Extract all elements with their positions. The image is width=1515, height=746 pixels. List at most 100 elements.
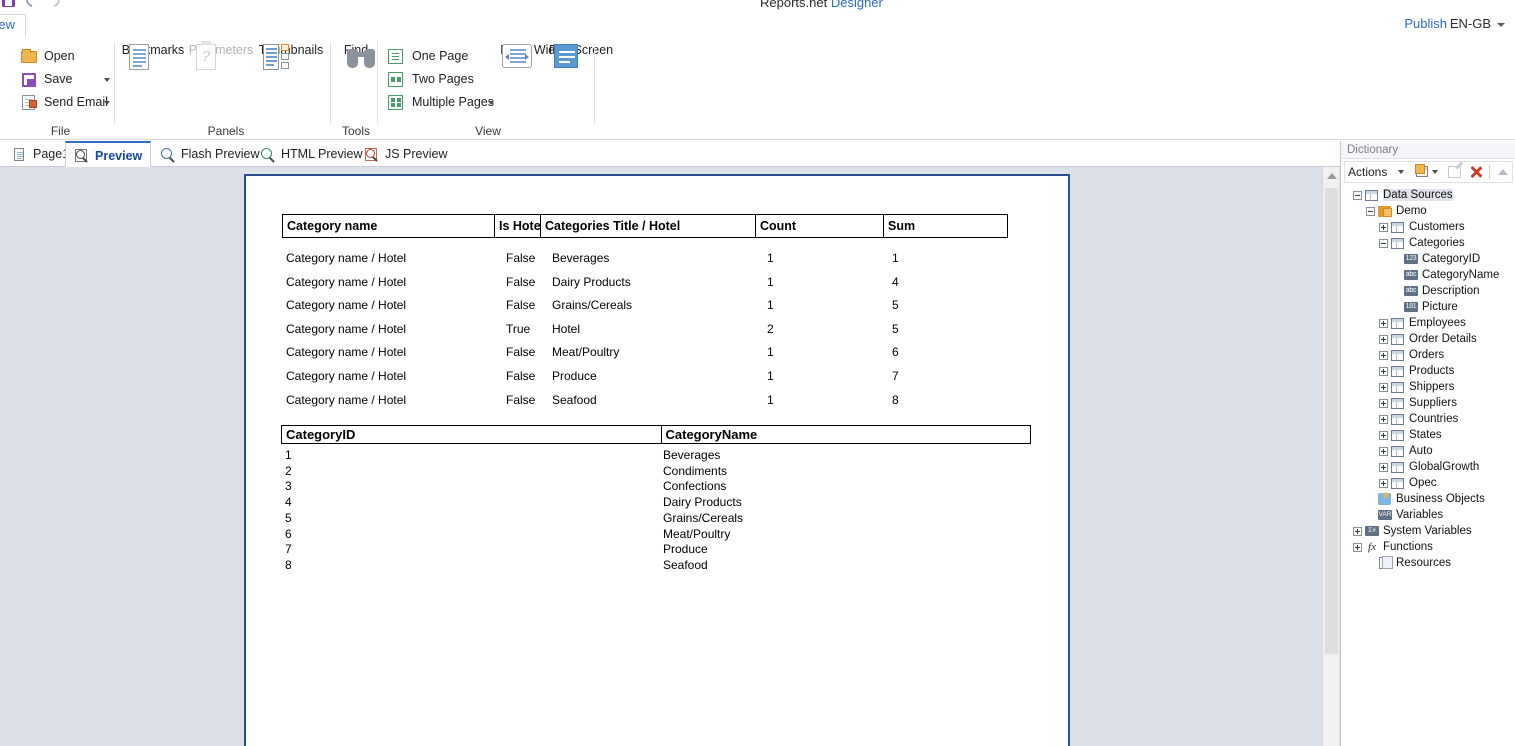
tab-html-preview[interactable]: HTML Preview — [252, 141, 371, 167]
dictionary-tree[interactable]: Data Sources Demo Customers Categories 123 Ca… — [1341, 187, 1515, 742]
tree-item-categoryname[interactable]: abc CategoryName — [1392, 267, 1515, 283]
tree-item-system-variables[interactable]: Σ# System Variables — [1353, 523, 1515, 539]
tree-item-functions[interactable]: fx Functions — [1353, 539, 1515, 555]
expand-toggle-icon[interactable] — [1379, 478, 1388, 488]
tree-item-shippers[interactable]: Shippers — [1379, 379, 1515, 395]
send-email-dropdown-caret-icon[interactable] — [104, 101, 110, 105]
bookmarks-button[interactable]: Bookmarks — [120, 41, 186, 70]
html-preview-icon — [260, 147, 275, 162]
table-cell: 1 — [767, 392, 774, 407]
image-field-icon: 181 — [1404, 302, 1418, 312]
table-cell: False — [506, 369, 536, 383]
expand-toggle-icon[interactable] — [1379, 382, 1388, 392]
quick-save-icon[interactable] — [2, 0, 15, 7]
thumbnails-button[interactable]: Thumbnails — [258, 41, 324, 70]
ribbon-tab-view[interactable]: view — [0, 14, 27, 36]
add-caret-icon[interactable] — [1432, 170, 1439, 174]
tree-item-states[interactable]: States — [1379, 427, 1515, 443]
open-button[interactable]: Open — [20, 45, 75, 67]
multiple-pages-button[interactable]: Multiple Pages — [388, 91, 494, 113]
tree-item-globalgrowth[interactable]: GlobalGrowth — [1379, 459, 1515, 475]
tree-item-description[interactable]: abc Description — [1392, 283, 1515, 299]
expand-toggle-icon[interactable] — [1353, 542, 1362, 552]
tree-item-label: CategoryID — [1422, 253, 1481, 265]
two-pages-button[interactable]: Two Pages — [388, 68, 474, 90]
expand-toggle-icon[interactable] — [1379, 222, 1388, 232]
tree-item-products[interactable]: Products — [1379, 363, 1515, 379]
tree-item-opec[interactable]: Opec — [1379, 475, 1515, 491]
collapse-toggle-icon[interactable] — [1379, 238, 1388, 248]
find-button[interactable]: Find — [323, 41, 389, 68]
table-icon — [1391, 317, 1405, 329]
expand-toggle-icon[interactable] — [1379, 350, 1388, 360]
ribbon-group-panels-label: Panels — [207, 124, 245, 138]
table-icon — [1391, 349, 1405, 361]
folder-open-icon — [20, 47, 39, 66]
table-row: Category name / Hotel False Produce 1 7 — [282, 369, 1008, 387]
table-cell: 7 — [285, 542, 292, 557]
save-button[interactable]: Save — [20, 68, 73, 90]
undo-icon[interactable] — [23, 0, 43, 10]
collapse-toggle-icon[interactable] — [1353, 190, 1362, 200]
table-cell: Hotel — [552, 321, 581, 336]
scrollbar-thumb[interactable] — [1325, 188, 1338, 654]
collapse-toggle-icon[interactable] — [1366, 206, 1375, 216]
tree-item-order-details[interactable]: Order Details — [1379, 331, 1515, 347]
tree-item-variables[interactable]: VAR Variables — [1366, 507, 1515, 523]
tree-item-label: Orders — [1409, 349, 1445, 361]
parameters-button[interactable]: ? Parameters — [188, 41, 254, 70]
table-row: Category name / Hotel True Hotel 2 5 — [282, 322, 1008, 340]
tab-flash-preview[interactable]: Flash Preview — [152, 141, 268, 167]
expand-toggle-icon[interactable] — [1379, 414, 1388, 424]
tree-item-suppliers[interactable]: Suppliers — [1379, 395, 1515, 411]
tree-item-auto[interactable]: Auto — [1379, 443, 1515, 459]
tree-item-categoryid[interactable]: 123 CategoryID — [1392, 251, 1515, 267]
expand-toggle-icon[interactable] — [1379, 398, 1388, 408]
save-dropdown-caret-icon[interactable] — [104, 78, 110, 82]
workspace-vertical-scrollbar[interactable] — [1322, 167, 1339, 746]
table-cell: 6 — [285, 526, 292, 541]
one-page-button[interactable]: One Page — [388, 45, 468, 67]
tree-item-demo[interactable]: Demo — [1366, 203, 1515, 219]
table-cell: Category name / Hotel — [286, 274, 407, 289]
delete-icon[interactable] — [1468, 164, 1482, 180]
ribbon-group-view-label: View — [475, 124, 501, 138]
tree-item-resources[interactable]: Resources — [1366, 555, 1515, 571]
table-row: Category name / Hotel False Meat/Poultry 1 6 — [282, 345, 1008, 363]
expand-toggle-icon[interactable] — [1379, 430, 1388, 440]
expand-toggle-icon[interactable] — [1379, 462, 1388, 472]
tree-item-business-objects[interactable]: Business Objects — [1366, 491, 1515, 507]
tree-item-orders[interactable]: Orders — [1379, 347, 1515, 363]
expand-toggle-icon[interactable] — [1379, 446, 1388, 456]
tree-item-employees[interactable]: Employees — [1379, 315, 1515, 331]
scroll-up-arrow-icon[interactable] — [1327, 173, 1337, 179]
tree-item-data-sources[interactable]: Data Sources — [1353, 187, 1515, 203]
tab-js-preview[interactable]: JS Preview — [356, 141, 456, 167]
tree-item-picture[interactable]: 181 Picture — [1392, 299, 1515, 315]
actions-menu-button[interactable]: Actions — [1348, 165, 1387, 179]
publish-button[interactable]: Publish — [1404, 16, 1447, 31]
tree-item-countries[interactable]: Countries — [1379, 411, 1515, 427]
table-cell: Category name / Hotel — [286, 369, 407, 383]
table-icon — [1391, 413, 1405, 425]
expand-toggle-icon[interactable] — [1379, 334, 1388, 344]
quick-access-toolbar[interactable] — [0, 0, 70, 13]
send-email-button[interactable]: Send Email — [20, 91, 108, 113]
multiple-pages-dropdown-caret-icon[interactable] — [488, 101, 494, 105]
language-selector[interactable]: EN-GB — [1450, 16, 1505, 31]
functions-icon: fx — [1368, 541, 1376, 553]
tree-item-customers[interactable]: Customers — [1379, 219, 1515, 235]
actions-caret-icon[interactable] — [1398, 170, 1405, 174]
expand-toggle-icon[interactable] — [1379, 318, 1388, 328]
add-data-source-icon[interactable] — [1415, 164, 1429, 180]
table-cell: Dairy Products — [552, 274, 631, 289]
edit-icon[interactable] — [1447, 164, 1462, 180]
expand-toggle-icon[interactable] — [1379, 366, 1388, 376]
tab-preview[interactable]: Preview — [65, 141, 152, 168]
move-up-icon[interactable] — [1495, 164, 1509, 180]
tree-item-categories[interactable]: Categories — [1379, 235, 1515, 251]
tree-item-label: Resources — [1396, 557, 1451, 569]
full-screen-button[interactable]: Full Screen — [548, 41, 614, 68]
redo-icon[interactable] — [43, 0, 63, 10]
expand-toggle-icon[interactable] — [1353, 526, 1362, 536]
